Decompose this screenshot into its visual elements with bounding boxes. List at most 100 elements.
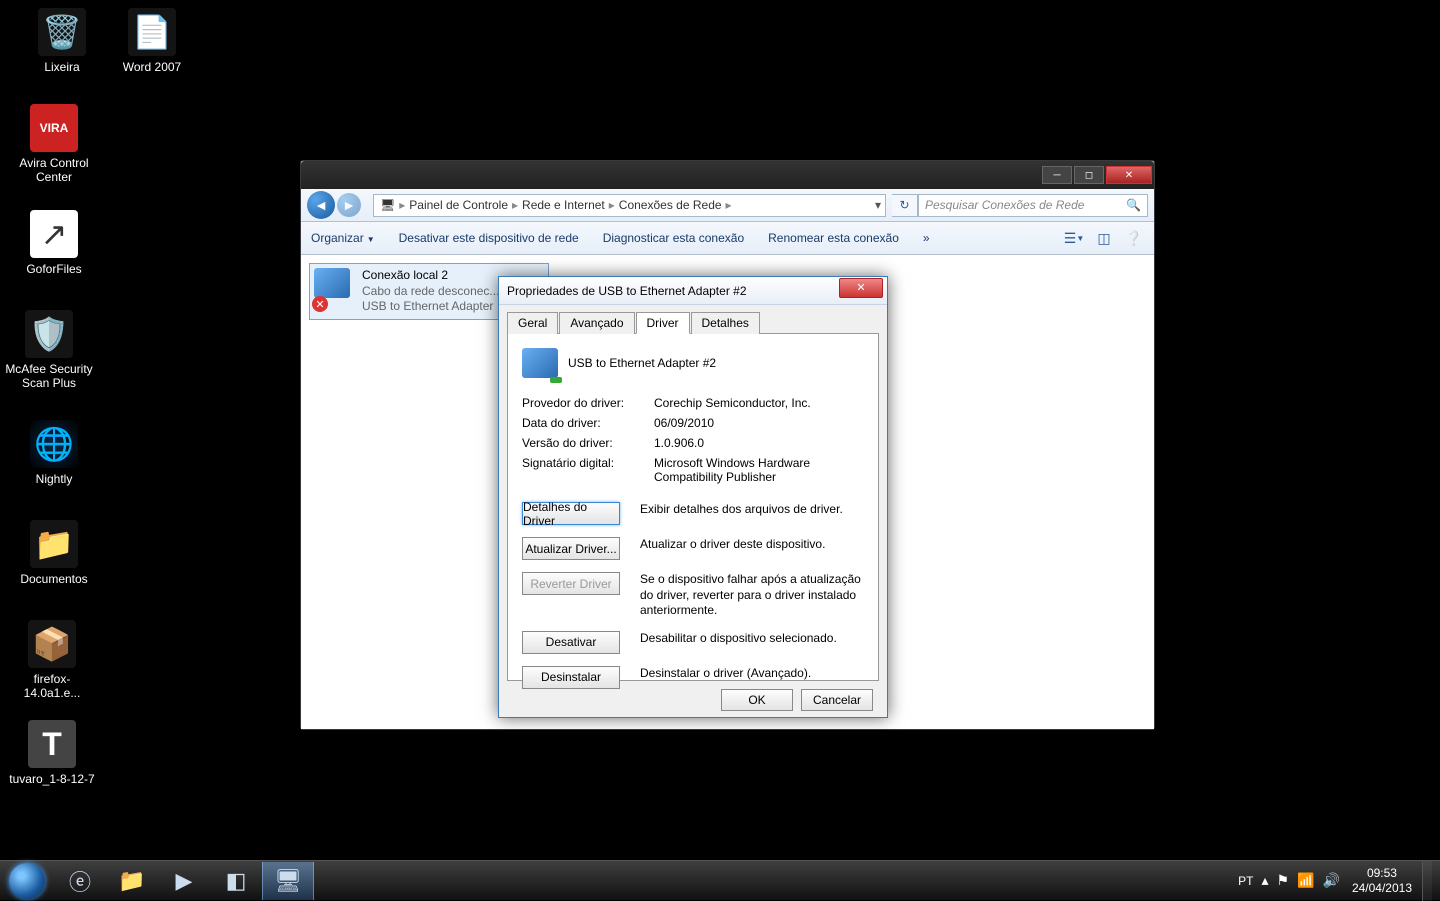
control-panel-icon: 🖥: [380, 198, 395, 212]
date-value: 06/09/2010: [654, 416, 864, 430]
desktop-icon-label: Avira Control Center: [10, 156, 98, 185]
explorer-toolbar: Organizar▼ Desativar este dispositivo de…: [301, 222, 1154, 255]
explorer-titlebar[interactable]: ─ ◻ ✕: [301, 161, 1154, 189]
desktop-icon-mcafee[interactable]: 🛡️McAfee Security Scan Plus: [5, 310, 93, 391]
word-icon: 📄: [128, 8, 176, 56]
organize-menu[interactable]: Organizar▼: [311, 231, 375, 245]
chevron-right-icon: ▸: [399, 198, 405, 212]
device-header: USB to Ethernet Adapter #2: [522, 348, 864, 378]
properties-dialog: Propriedades de USB to Ethernet Adapter …: [498, 276, 888, 718]
tuvaro-icon: T: [28, 720, 76, 768]
refresh-button[interactable]: ↻: [892, 194, 918, 217]
taskbar-app[interactable]: ◧: [210, 862, 262, 900]
help-button[interactable]: ❔: [1124, 228, 1144, 248]
connection-device: USB to Ethernet Adapter: [362, 299, 499, 315]
mcafee-icon: 🛡️: [25, 310, 73, 358]
nav-forward-button[interactable]: ►: [337, 193, 361, 217]
address-bar: ◄ ► 🖥 ▸ Painel de Controle ▸ Rede e Inte…: [301, 189, 1154, 222]
preview-pane-button[interactable]: ◫: [1094, 228, 1114, 248]
tray-chevron-up-icon[interactable]: ▴: [1261, 872, 1268, 889]
desktop-icon-label: Nightly: [10, 472, 98, 486]
taskbar-control-panel[interactable]: 🖥: [262, 862, 314, 900]
nightly-icon: 🌐: [30, 420, 78, 468]
version-label: Versão do driver:: [522, 436, 654, 450]
tray-network-icon[interactable]: 📶: [1297, 872, 1314, 889]
diagnose-button[interactable]: Diagnosticar esta conexão: [603, 231, 744, 245]
show-desktop-button[interactable]: [1422, 861, 1432, 901]
disable-driver-desc: Desabilitar o dispositivo selecionado.: [640, 631, 864, 647]
nav-back-button[interactable]: ◄: [307, 191, 335, 219]
connection-status: Cabo da rede desconec...: [362, 284, 499, 300]
desktop-icon-label: firefox-14.0a1.e...: [8, 672, 96, 701]
rollback-driver-button: Reverter Driver: [522, 572, 620, 595]
close-button[interactable]: ✕: [1106, 166, 1152, 184]
tab-avancado[interactable]: Avançado: [559, 312, 634, 334]
desktop-icon-documentos[interactable]: 📁Documentos: [10, 520, 98, 586]
desktop-icon-nightly[interactable]: 🌐 Nightly: [10, 420, 98, 486]
dialog-button-row: OK Cancelar: [499, 689, 887, 723]
desktop-icon-label: Lixeira: [18, 60, 106, 74]
desktop-icon-label: Word 2007: [108, 60, 196, 74]
maximize-button[interactable]: ◻: [1074, 166, 1104, 184]
tab-panel-driver: USB to Ethernet Adapter #2 Provedor do d…: [507, 333, 879, 681]
update-driver-desc: Atualizar o driver deste dispositivo.: [640, 537, 864, 553]
tab-detalhes[interactable]: Detalhes: [691, 312, 760, 334]
taskbar-explorer[interactable]: 📁: [106, 862, 158, 900]
ok-button[interactable]: OK: [721, 689, 793, 711]
breadcrumb[interactable]: 🖥 ▸ Painel de Controle ▸ Rede e Internet…: [373, 194, 886, 217]
signer-value: Microsoft Windows Hardware Compatibility…: [654, 456, 864, 484]
device-name: USB to Ethernet Adapter #2: [568, 356, 716, 370]
tray-flag-icon[interactable]: ⚑: [1277, 872, 1290, 889]
desktop-icon-word[interactable]: 📄 Word 2007: [108, 8, 196, 74]
system-tray: PT ▴ ⚑ 📶 🔊 09:53 24/04/2013: [1234, 861, 1440, 901]
breadcrumb-item[interactable]: Conexões de Rede: [619, 198, 722, 212]
dialog-title: Propriedades de USB to Ethernet Adapter …: [507, 284, 747, 298]
desktop-icon-avira[interactable]: VIRAAvira Control Center: [10, 104, 98, 185]
desktop-icon-goforfiles[interactable]: ↗GoforFiles: [10, 210, 98, 276]
tab-geral[interactable]: Geral: [507, 312, 558, 334]
driver-details-desc: Exibir detalhes dos arquivos de driver.: [640, 502, 864, 518]
taskbar-clock[interactable]: 09:53 24/04/2013: [1352, 866, 1412, 895]
tray-volume-icon[interactable]: 🔊: [1323, 872, 1340, 889]
error-x-icon: ✕: [312, 296, 328, 312]
taskbar-ie[interactable]: ⓔ: [54, 862, 106, 900]
chevron-down-icon: ▼: [367, 235, 375, 244]
signer-label: Signatário digital:: [522, 456, 654, 484]
rollback-driver-desc: Se o dispositivo falhar após a atualizaç…: [640, 572, 864, 619]
disable-driver-button[interactable]: Desativar: [522, 631, 620, 654]
recycle-bin-icon: 🗑️: [38, 8, 86, 56]
breadcrumb-item[interactable]: Rede e Internet: [522, 198, 605, 212]
dialog-close-button[interactable]: ✕: [839, 278, 883, 298]
disable-device-button[interactable]: Desativar este dispositivo de rede: [399, 231, 579, 245]
tab-driver[interactable]: Driver: [636, 312, 690, 334]
view-options-button[interactable]: ☰▼: [1064, 228, 1084, 248]
goforfiles-icon: ↗: [30, 210, 78, 258]
driver-details-button[interactable]: Detalhes do Driver: [522, 502, 620, 525]
desktop-icon-label: tuvaro_1-8-12-7: [8, 772, 96, 786]
chevron-right-icon: ▸: [726, 198, 732, 212]
connection-name: Conexão local 2: [362, 268, 499, 284]
desktop-icon-firefox[interactable]: 📦firefox-14.0a1.e...: [8, 620, 96, 701]
chevron-right-icon: ▸: [512, 198, 518, 212]
minimize-button[interactable]: ─: [1042, 166, 1072, 184]
clock-date: 24/04/2013: [1352, 881, 1412, 895]
dialog-titlebar[interactable]: Propriedades de USB to Ethernet Adapter …: [499, 277, 887, 305]
search-input[interactable]: Pesquisar Conexões de Rede 🔍: [918, 194, 1148, 217]
desktop-icon-tuvaro[interactable]: Ttuvaro_1-8-12-7: [8, 720, 96, 786]
search-icon: 🔍: [1126, 198, 1141, 212]
start-button[interactable]: [0, 861, 54, 901]
rename-button[interactable]: Renomear esta conexão: [768, 231, 899, 245]
more-button[interactable]: »: [923, 231, 930, 245]
cancel-button[interactable]: Cancelar: [801, 689, 873, 711]
language-indicator[interactable]: PT: [1238, 874, 1253, 888]
network-adapter-icon: [522, 348, 558, 378]
update-driver-button[interactable]: Atualizar Driver...: [522, 537, 620, 560]
search-placeholder: Pesquisar Conexões de Rede: [925, 198, 1084, 212]
uninstall-driver-button[interactable]: Desinstalar: [522, 666, 620, 689]
taskbar-media-player[interactable]: ▶: [158, 862, 210, 900]
desktop-icon-lixeira[interactable]: 🗑️ Lixeira: [18, 8, 106, 74]
chevron-down-icon[interactable]: ▾: [875, 198, 881, 212]
chevron-right-icon: ▸: [609, 198, 615, 212]
clock-time: 09:53: [1352, 866, 1412, 880]
breadcrumb-item[interactable]: Painel de Controle: [409, 198, 508, 212]
